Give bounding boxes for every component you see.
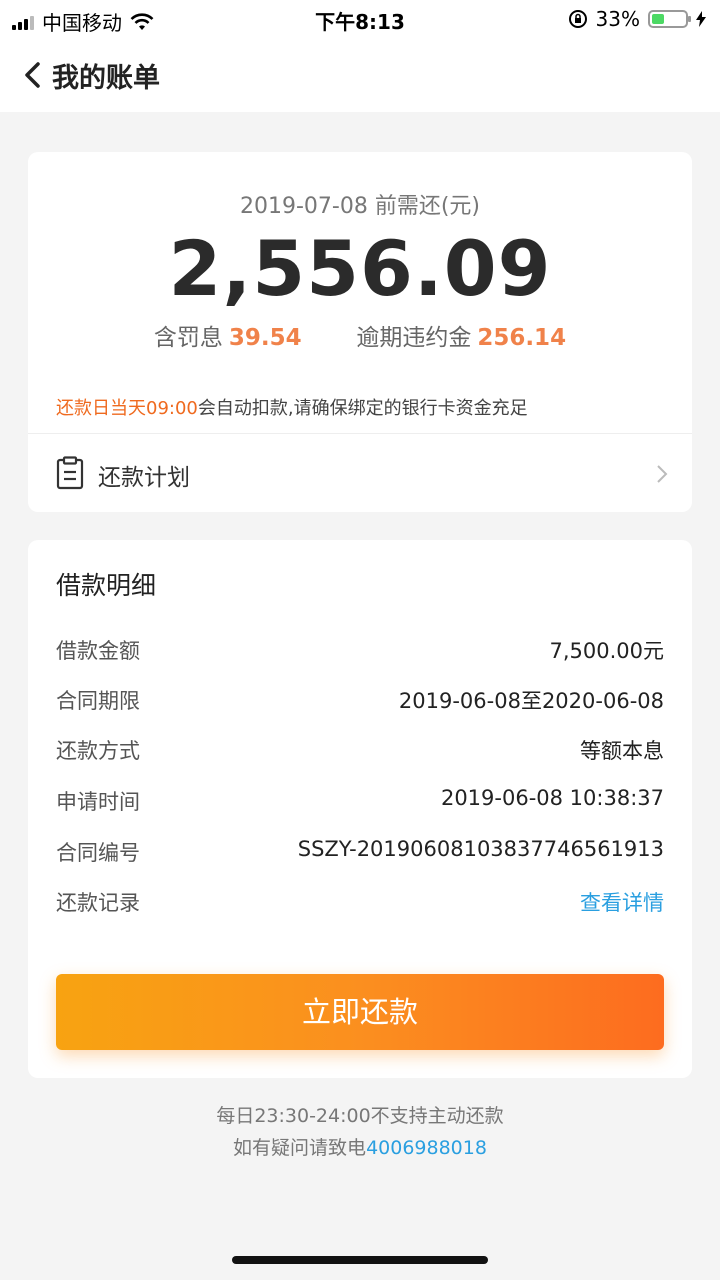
overdue-fee-value: 256.14 [477, 325, 567, 351]
detail-key: 合同期限 [56, 689, 140, 713]
detail-key: 申请时间 [56, 790, 140, 814]
notice-highlight: 还款日当天09:00 [56, 398, 198, 419]
penalty-label: 含罚息 [153, 325, 223, 351]
detail-value: 2019-06-08 10:38:37 [440, 786, 664, 810]
back-icon[interactable] [20, 60, 48, 90]
footer-notice: 每日23:30-24:00不支持主动还款 [216, 1105, 504, 1127]
due-date-label: 2019-07-08 前需还(元) [239, 194, 480, 219]
repayment-plan-label: 还款计划 [98, 465, 190, 491]
auto-debit-notice: 还款日当天09:00会自动扣款,请确保绑定的银行卡资金充足 [56, 394, 528, 420]
notice-text: 会自动扣款,请确保绑定的银行卡资金充足 [197, 398, 528, 419]
detail-row: 合同编号 SSZY-20190608103837746561913 [56, 837, 664, 871]
nav-bar: 我的账单 [0, 40, 720, 112]
detail-row: 合同期限 2019-06-08至2020-06-08 [56, 685, 664, 719]
detail-key: 还款记录 [56, 891, 140, 915]
page-title: 我的账单 [52, 63, 160, 94]
fees-line: 含罚息 39.54 逾期违约金 256.14 [28, 318, 692, 352]
status-right: 33% [568, 7, 706, 31]
detail-row: 申请时间 2019-06-08 10:38:37 [56, 786, 664, 820]
loan-detail-heading: 借款明细 [56, 571, 157, 600]
detail-value: 7,500.00元 [549, 639, 664, 663]
detail-key: 借款金额 [56, 639, 140, 663]
home-indicator [232, 1256, 488, 1264]
loan-detail-card: 借款明细 借款金额 7,500.00元 合同期限 2019-06-08至2020… [28, 540, 692, 1078]
contact-prefix: 如有疑问请致电 [233, 1137, 367, 1159]
detail-row: 还款记录 查看详情 [56, 887, 664, 921]
rotation-lock-icon [568, 10, 587, 28]
detail-row: 借款金额 7,500.00元 [56, 635, 664, 669]
pay-now-button[interactable]: 立即还款 [56, 974, 664, 1050]
battery-percent: 33% [595, 7, 640, 31]
chevron-right-icon [657, 465, 668, 483]
detail-key: 合同编号 [56, 841, 140, 865]
detail-value: 等额本息 [580, 739, 664, 763]
due-amount: 2,556.09 [168, 224, 552, 313]
detail-row: 还款方式 等额本息 [56, 735, 664, 769]
repayment-plan-row[interactable]: 还款计划 [28, 434, 692, 512]
footer-contact: 如有疑问请致电4006988018 [0, 1133, 720, 1160]
detail-key: 还款方式 [56, 739, 140, 763]
view-details-link[interactable]: 查看详情 [580, 887, 664, 917]
detail-value: 2019-06-08至2020-06-08 [398, 689, 664, 713]
detail-value: SSZY-20190608103837746561913 [297, 837, 664, 861]
overdue-fee-label: 逾期违约金 [356, 325, 472, 351]
bill-summary-card: 2019-07-08 前需还(元) 2,556.09 含罚息 39.54 逾期违约… [28, 152, 692, 512]
battery-icon [648, 10, 691, 28]
penalty-value: 39.54 [228, 325, 302, 351]
clipboard-icon [56, 456, 84, 490]
phone-link[interactable]: 4006988018 [366, 1137, 487, 1159]
status-bar: 中国移动 下午8:13 33% [0, 0, 720, 40]
charging-icon [696, 11, 706, 27]
